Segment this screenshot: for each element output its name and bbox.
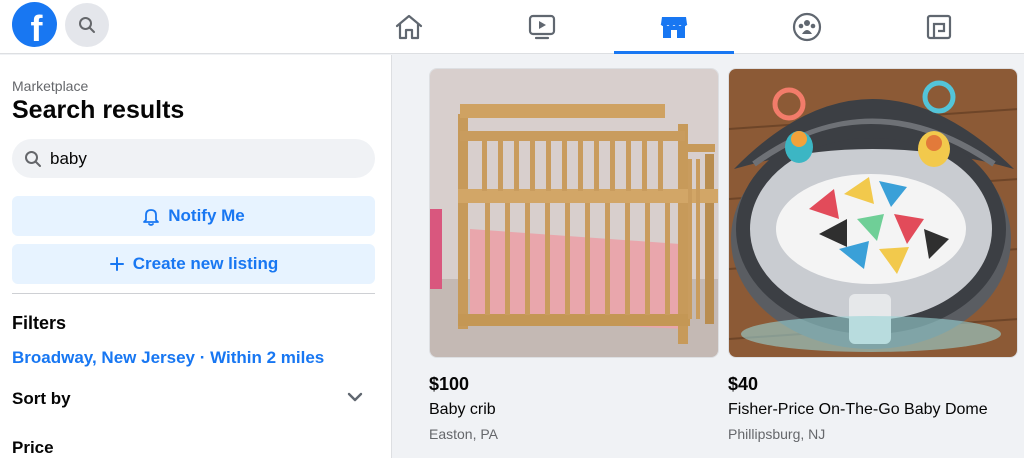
tab-groups[interactable] — [747, 0, 867, 54]
plus-icon — [109, 257, 124, 271]
search-icon — [25, 150, 41, 167]
sidebar-divider — [12, 293, 375, 294]
bell-icon — [143, 208, 160, 226]
sort-by-dropdown[interactable]: Sort by — [12, 389, 71, 409]
search-input[interactable] — [50, 148, 350, 169]
listing-location: Easton, PA — [429, 426, 499, 442]
groups-icon — [792, 12, 822, 42]
home-icon — [395, 14, 423, 40]
notify-me-button[interactable]: Notify Me — [12, 196, 375, 236]
tab-marketplace[interactable] — [614, 0, 734, 54]
listing-location: Phillipsburg, NJ — [728, 426, 826, 442]
tab-gaming[interactable] — [879, 0, 999, 54]
notify-me-label: Notify Me — [168, 206, 245, 225]
baby-dome-image — [729, 69, 1017, 357]
price-filter[interactable]: Price — [12, 438, 54, 458]
create-listing-button[interactable]: Create new listing — [12, 244, 375, 284]
baby-crib-image — [430, 69, 718, 357]
listing-title[interactable]: Fisher-Price On-The-Go Baby Dome — [728, 401, 1018, 419]
search-button[interactable] — [65, 3, 109, 47]
page-title: Search results — [12, 96, 185, 124]
listing-title[interactable]: Baby crib — [429, 401, 719, 419]
facebook-logo-letter: f — [30, 7, 43, 49]
marketplace-icon — [660, 17, 688, 38]
tab-home[interactable] — [349, 0, 469, 54]
top-nav-bar: f — [0, 0, 1024, 54]
listing-card[interactable]: $40 Fisher-Price On-The-Go Baby Dome Phi… — [728, 68, 1018, 442]
breadcrumb[interactable]: Marketplace — [12, 78, 88, 94]
marketplace-search[interactable] — [12, 139, 375, 178]
tab-watch[interactable] — [482, 0, 602, 54]
create-listing-label: Create new listing — [132, 254, 279, 273]
filters-heading: Filters — [12, 313, 67, 333]
gaming-icon — [926, 14, 952, 40]
listing-price: $40 — [728, 374, 759, 394]
watch-icon — [528, 14, 556, 40]
listing-price: $100 — [429, 374, 470, 394]
facebook-logo[interactable]: f — [12, 2, 57, 47]
location-filter-link[interactable]: Broadway, New Jersey · Within 2 miles — [12, 348, 324, 368]
baby-dome-photo[interactable] — [728, 68, 1018, 358]
baby-crib-photo[interactable] — [429, 68, 719, 358]
listing-card[interactable]: $100 Baby crib Easton, PA — [429, 68, 719, 442]
marketplace-sidebar: Marketplace Search results Notify Me Cre… — [0, 55, 392, 458]
search-icon — [79, 17, 95, 33]
chevron-down-icon[interactable] — [346, 391, 364, 403]
